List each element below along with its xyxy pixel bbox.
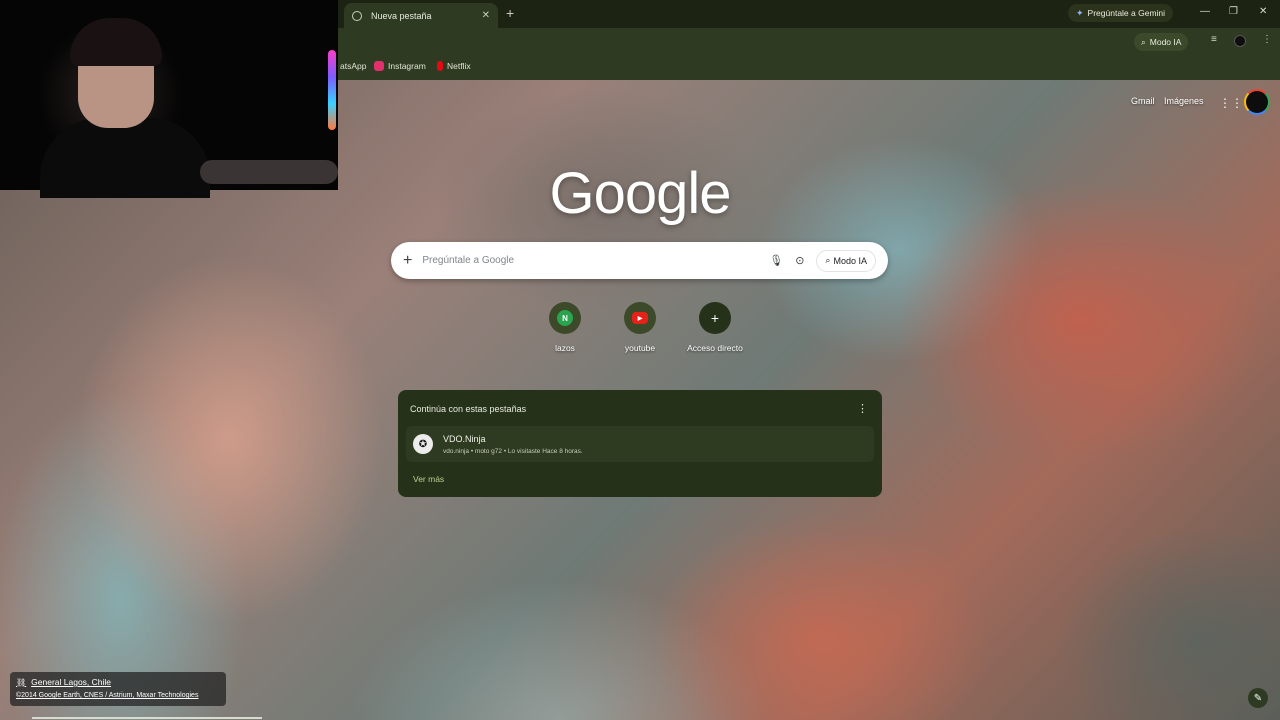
bookmark-instagram[interactable]: Instagram: [374, 61, 426, 71]
copyright-link[interactable]: ©2014 Google Earth, CNES / Astrium, Maxa…: [16, 692, 220, 699]
close-icon[interactable]: ✕: [482, 10, 490, 21]
search-box[interactable]: + 🎙 ⊙ ⌕ Modo IA: [391, 242, 888, 279]
search-sparkle-icon: ⌕: [825, 255, 831, 265]
shortcut-label: Acceso directo: [687, 343, 743, 353]
recent-tab-subtitle: vdo.ninja • moto g72 • Lo visitaste Hace…: [443, 448, 583, 455]
card-title: Continúa con estas pestañas: [410, 404, 527, 414]
shortcuts: N lazos ▶ youtube + Acceso directo: [530, 302, 750, 362]
add-icon: +: [710, 310, 720, 326]
bookmark-label: Netflix: [447, 61, 471, 71]
apps-grid-icon[interactable]: ⋮⋮: [1219, 96, 1243, 110]
shortcut-youtube[interactable]: ▶ youtube: [605, 302, 675, 353]
account-avatar[interactable]: [1244, 89, 1270, 115]
background-attribution: ⛓ General Lagos, Chile ©2014 Google Eart…: [10, 672, 226, 706]
link-icon: ⛓: [16, 677, 27, 687]
images-link[interactable]: Imágenes: [1164, 96, 1204, 106]
vdo-ninja-icon: ✪: [413, 434, 433, 454]
profile-avatar[interactable]: [1234, 35, 1246, 47]
shortcut-label: youtube: [624, 343, 656, 353]
window-close-button[interactable]: ✕: [1259, 6, 1267, 17]
shortcut-tile: +: [699, 302, 731, 334]
modo-ia-label: Modo IA: [1149, 37, 1182, 47]
bookmark-label: atsApp: [340, 61, 367, 71]
restore-button[interactable]: ❐: [1229, 6, 1238, 17]
search-sparkle-icon: ⌕: [1141, 36, 1146, 47]
scrollbar[interactable]: [32, 717, 262, 719]
new-tab-button[interactable]: +: [506, 5, 514, 21]
minimize-button[interactable]: —: [1200, 6, 1210, 17]
location-label: General Lagos, Chile: [31, 677, 112, 687]
shortcut-lazos[interactable]: N lazos: [530, 302, 600, 353]
tab-title: Nueva pestaña: [371, 10, 432, 21]
more-vert-icon[interactable]: ⋮: [857, 402, 868, 415]
ask-gemini-label: Pregúntale a Gemini: [1087, 8, 1166, 18]
modo-ia-label: Modo IA: [833, 255, 867, 266]
customize-pencil-icon[interactable]: ✎: [1248, 688, 1268, 708]
microphone-icon[interactable]: 🎙: [769, 254, 783, 267]
search-input[interactable]: [422, 255, 758, 266]
modo-ia-button[interactable]: ⌕ Modo IA: [816, 249, 876, 272]
reading-list-icon[interactable]: ≡: [1211, 34, 1217, 45]
continue-tabs-card: Continúa con estas pestañas ⋮ ✪ VDO.Ninj…: [398, 390, 882, 497]
youtube-icon: ▶: [632, 312, 648, 324]
rgb-light: [328, 50, 336, 130]
bookmark-netflix[interactable]: Netflix: [437, 61, 471, 71]
lazos-icon: N: [557, 310, 573, 326]
gemini-sparkle-icon: ✦: [1076, 7, 1084, 18]
plus-icon[interactable]: +: [403, 252, 412, 270]
recent-tab-title: VDO.Ninja: [443, 434, 486, 444]
shortcut-label: lazos: [555, 343, 575, 353]
person-hair: [70, 18, 162, 66]
bookmark-whatsapp[interactable]: atsApp: [340, 61, 366, 71]
bookmark-label: Instagram: [388, 61, 426, 71]
shortcut-add[interactable]: + Acceso directo: [680, 302, 750, 353]
recent-tab-item[interactable]: ✪ VDO.Ninja vdo.ninja • moto g72 • Lo vi…: [406, 426, 874, 462]
menu-icon[interactable]: ⋮: [1262, 34, 1272, 45]
netflix-icon: [437, 61, 443, 71]
ask-gemini-button[interactable]: ✦ Pregúntale a Gemini: [1068, 4, 1174, 22]
see-more-link[interactable]: Ver más: [413, 474, 444, 484]
location-link[interactable]: ⛓ General Lagos, Chile: [16, 677, 220, 687]
shortcut-tile: ▶: [624, 302, 656, 334]
tab-nueva-pestana[interactable]: Nueva pestaña ✕: [344, 3, 498, 28]
google-logo: Google: [549, 161, 731, 226]
chrome-icon: [352, 10, 362, 21]
instagram-icon: [374, 61, 384, 71]
shortcut-tile: N: [549, 302, 581, 334]
lens-icon[interactable]: ⊙: [795, 254, 804, 267]
modo-ia-toolbar-button[interactable]: ⌕ Modo IA: [1134, 33, 1189, 51]
gmail-link[interactable]: Gmail: [1131, 96, 1155, 106]
